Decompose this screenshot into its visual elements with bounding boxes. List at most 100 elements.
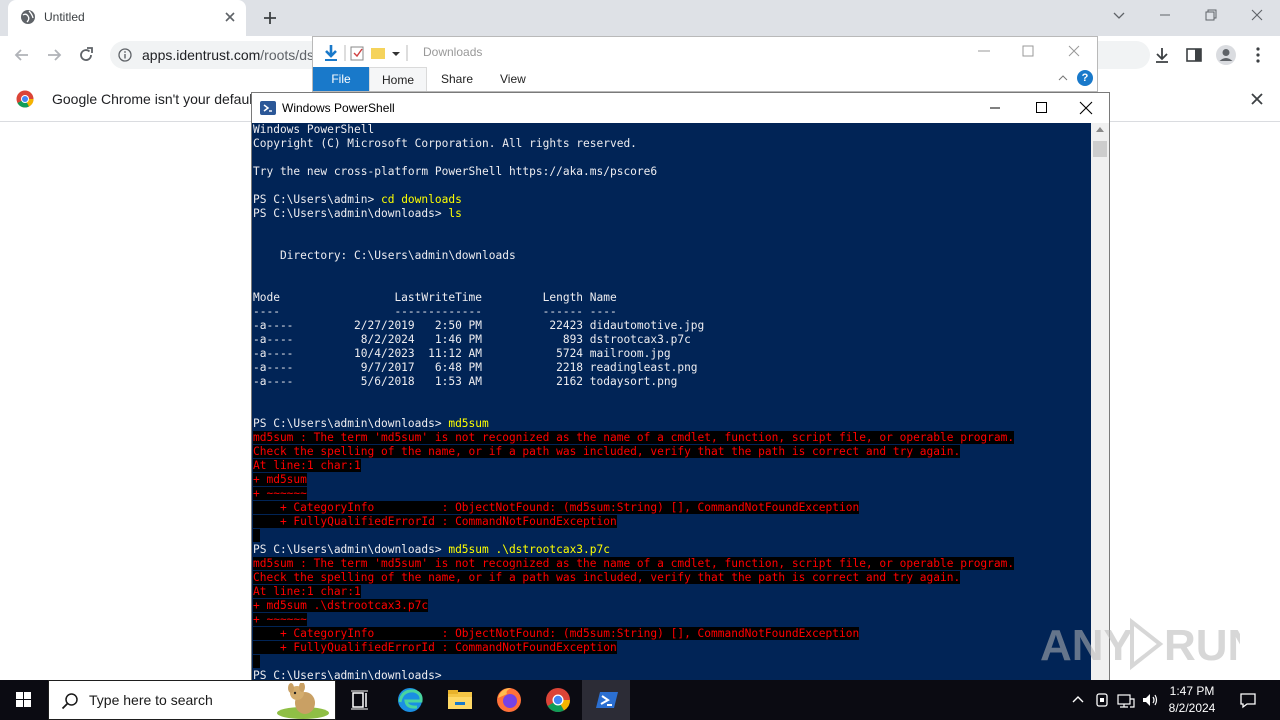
- profile-avatar-icon[interactable]: [1215, 44, 1237, 66]
- error-text: + FullyQualifiedErrorId : CommandNotFoun…: [253, 515, 617, 528]
- powershell-maximize-button[interactable]: [1018, 93, 1064, 123]
- typed-command: ls: [448, 207, 462, 220]
- console-line: Windows PowerShell: [253, 123, 374, 137]
- back-arrow-icon[interactable]: [12, 45, 32, 65]
- console-text: PS C:\Users\admin\downloads>: [253, 417, 449, 430]
- globe-icon: [21, 10, 35, 24]
- console-text: -a---- 8/2/2024 1:46 PM 893 dstrootcax3.…: [253, 333, 691, 346]
- clock-date: 8/2/2024: [1168, 701, 1216, 715]
- error-text: + ~~~~~~: [253, 613, 307, 626]
- taskbar-search-box[interactable]: Type here to search: [48, 680, 336, 720]
- console-error-line: + FullyQualifiedErrorId : CommandNotFoun…: [253, 641, 617, 655]
- error-text: Check the spelling of the name, or if a …: [253, 571, 961, 584]
- error-text: md5sum : The term 'md5sum' is not recogn…: [253, 431, 1015, 444]
- powershell-taskbar-icon[interactable]: [582, 680, 630, 720]
- powershell-title: Windows PowerShell: [282, 101, 395, 115]
- console-error-line: + FullyQualifiedErrorId : CommandNotFoun…: [253, 515, 617, 529]
- ribbon-tab-home[interactable]: Home: [369, 67, 427, 91]
- reload-icon[interactable]: [76, 45, 96, 65]
- new-tab-button[interactable]: [258, 6, 282, 30]
- console-text: Windows PowerShell: [253, 123, 375, 136]
- console-error-line: + CategoryInfo : ObjectNotFound: (md5sum…: [253, 501, 860, 515]
- console-command-line: PS C:\Users\admin\downloads> md5sum .\ds…: [253, 543, 610, 557]
- console-text: PS C:\Users\admin\downloads>: [253, 669, 449, 680]
- console-line: -a---- 2/27/2019 2:50 PM 22423 didautomo…: [253, 319, 704, 333]
- notification-icon[interactable]: [1238, 690, 1258, 710]
- console-output[interactable]: Windows PowerShell Copyright (C) Microsof…: [252, 123, 1091, 680]
- file-explorer-icon[interactable]: [436, 680, 484, 720]
- ribbon-tab-share[interactable]: Share: [441, 67, 473, 91]
- error-text: md5sum : The term 'md5sum' is not recogn…: [253, 557, 1015, 570]
- collapse-ribbon-icon[interactable]: [1057, 73, 1069, 83]
- error-text: At line:1 char:1: [253, 459, 361, 472]
- download-icon[interactable]: [1152, 45, 1172, 65]
- console-error-line: At line:1 char:1: [253, 459, 361, 473]
- search-highlight-mascot-icon: [277, 683, 329, 719]
- console-line: -a---- 8/2/2024 1:46 PM 893 dstrootcax3.…: [253, 333, 691, 347]
- chevron-up-icon[interactable]: [1068, 690, 1088, 710]
- powershell-icon: [260, 101, 276, 115]
- firefox-icon[interactable]: [485, 680, 533, 720]
- console-text: Try the new cross-platform PowerShell ht…: [253, 165, 658, 178]
- url-text: apps.identrust.com/roots/ds: [142, 47, 314, 63]
- error-text: + ~~~~~~: [253, 487, 307, 500]
- close-window-button[interactable]: [1234, 0, 1280, 30]
- console-error-line: + md5sum .\dstrootcax3.p7c: [253, 599, 429, 613]
- volume-icon[interactable]: [1140, 690, 1160, 710]
- error-text: At line:1 char:1: [253, 585, 361, 598]
- url-host: apps.identrust.com: [142, 47, 261, 63]
- typed-command: md5sum: [448, 417, 489, 430]
- explorer-minimize-button[interactable]: [973, 41, 995, 61]
- console-error-line: + ~~~~~~: [253, 613, 307, 627]
- side-panel-icon[interactable]: [1184, 45, 1204, 65]
- explorer-maximize-button[interactable]: [1017, 41, 1039, 61]
- close-tab-icon[interactable]: [222, 9, 238, 25]
- anyrun-watermark-logo: ANY RUN: [1040, 617, 1240, 671]
- help-button[interactable]: ?: [1077, 70, 1093, 86]
- network-icon[interactable]: [1116, 690, 1136, 710]
- browser-tab[interactable]: Untitled: [8, 0, 246, 36]
- taskbar-clock[interactable]: 1:47 PM 8/2/2024: [1162, 683, 1222, 717]
- console-text: Mode LastWriteTime Length Name: [253, 291, 617, 304]
- svg-text:RUN: RUN: [1164, 621, 1240, 670]
- console-text: -a---- 5/6/2018 1:53 AM 2162 todaysort.p…: [253, 375, 678, 388]
- browser-tab-strip: Untitled: [0, 0, 1280, 36]
- scroll-up-arrow-icon[interactable]: [1096, 127, 1104, 132]
- forward-arrow-icon[interactable]: [44, 45, 64, 65]
- console-command-line: PS C:\Users\admin\downloads> md5sum: [253, 417, 489, 431]
- console-error-line: md5sum : The term 'md5sum' is not recogn…: [253, 557, 1015, 571]
- infobar-message: Google Chrome isn't your default: [52, 91, 257, 107]
- ribbon-tab-file[interactable]: File: [313, 67, 369, 91]
- error-text: + FullyQualifiedErrorId : CommandNotFoun…: [253, 641, 617, 654]
- tab-title: Untitled: [44, 10, 85, 24]
- task-view-icon[interactable]: [336, 680, 384, 720]
- explorer-close-button[interactable]: [1063, 41, 1085, 61]
- edge-browser-icon[interactable]: [386, 680, 434, 720]
- error-text: [253, 529, 260, 542]
- chevron-down-icon[interactable]: [1096, 0, 1142, 30]
- windows-start-icon[interactable]: [0, 680, 48, 720]
- console-text: PS C:\Users\admin\downloads>: [253, 543, 449, 556]
- console-text: ---- ------------- ------ ----: [253, 305, 617, 318]
- scrollbar-thumb[interactable]: [1093, 141, 1107, 157]
- info-icon[interactable]: [118, 48, 132, 62]
- error-text: [253, 655, 260, 668]
- more-menu-icon[interactable]: [1248, 45, 1268, 65]
- tray-device-icon[interactable]: [1092, 690, 1112, 710]
- close-infobar-icon[interactable]: [1248, 90, 1266, 108]
- console-line: Directory: C:\Users\admin\downloads: [253, 249, 516, 263]
- minimize-button[interactable]: [1142, 0, 1188, 30]
- console-text: -a---- 2/27/2019 2:50 PM 22423 didautomo…: [253, 319, 705, 332]
- explorer-window: Downloads File Home Share View ?: [312, 36, 1098, 92]
- ribbon-tab-view[interactable]: View: [500, 67, 526, 91]
- error-text: + md5sum: [253, 473, 307, 486]
- powershell-minimize-button[interactable]: [972, 93, 1018, 123]
- restore-button[interactable]: [1188, 0, 1234, 30]
- quick-access-toolbar: [325, 45, 408, 61]
- console-scrollbar[interactable]: [1091, 123, 1109, 680]
- powershell-close-button[interactable]: [1063, 93, 1109, 123]
- error-text: + md5sum .\dstrootcax3.p7c: [253, 599, 429, 612]
- chrome-taskbar-icon[interactable]: [534, 680, 582, 720]
- powershell-titlebar[interactable]: Windows PowerShell: [252, 93, 1109, 123]
- console-line: -a---- 9/7/2017 6:48 PM 2218 readingleas…: [253, 361, 698, 375]
